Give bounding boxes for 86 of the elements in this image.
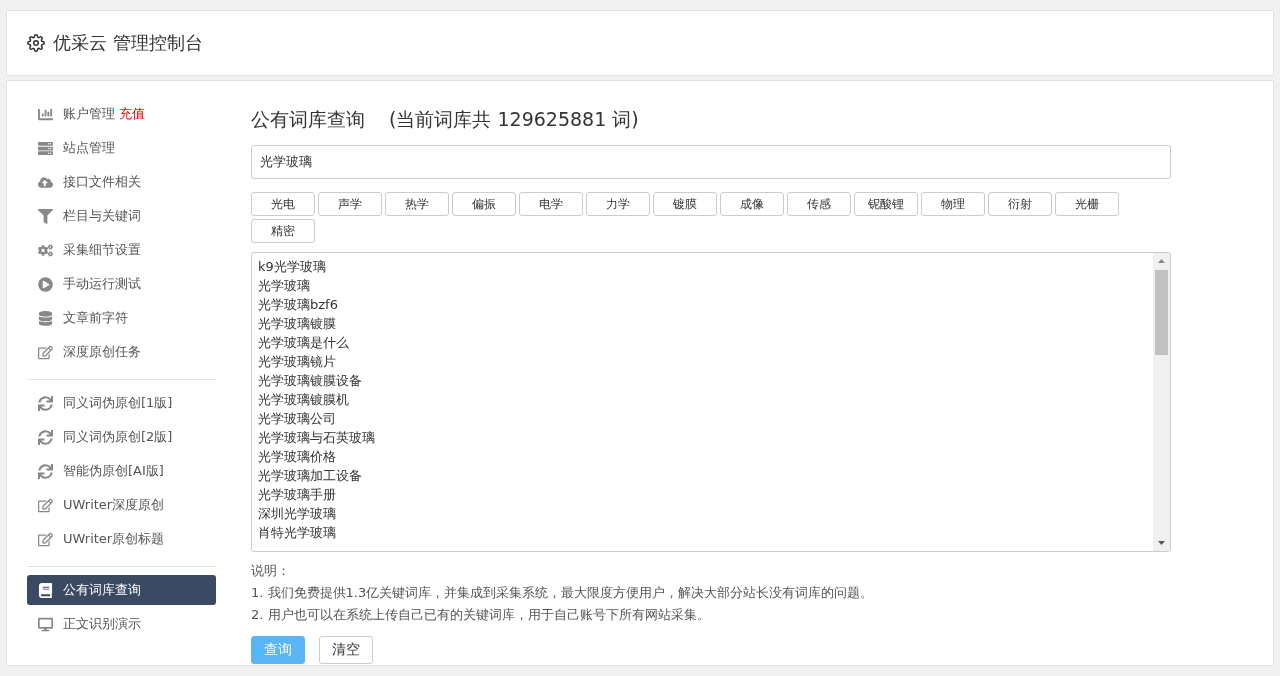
note-text: 1. 我们免费提供1.3亿关键词库，并集成到采集系统，最大限度方便用户，解决大部分站长没有词库的问题。 bbox=[251, 584, 875, 602]
tag-button[interactable]: 衍射 bbox=[988, 192, 1052, 216]
sidebar-item-label: 同义词伪原创[2版] bbox=[63, 428, 173, 446]
sidebar-item-label: 正文识别演示 bbox=[63, 615, 141, 633]
edit-icon bbox=[38, 344, 53, 360]
sidebar-item-label: 账户管理 bbox=[63, 105, 115, 123]
sidebar-item[interactable]: 同义词伪原创[2版] bbox=[27, 422, 216, 452]
sidebar-item[interactable]: UWriter深度原创 bbox=[27, 490, 216, 520]
tag-button[interactable]: 传感 bbox=[787, 192, 851, 216]
sidebar-item-label: 栏目与关键词 bbox=[63, 207, 141, 225]
sidebar-item-label: 深度原创任务 bbox=[63, 343, 141, 361]
sidebar-item-label: 接口文件相关 bbox=[63, 173, 141, 191]
tag-button[interactable]: 光栅 bbox=[1055, 192, 1119, 216]
result-row-text: 光学玻璃 bbox=[258, 277, 311, 295]
sidebar-item-label: UWriter原创标题 bbox=[63, 530, 165, 548]
refresh-icon bbox=[38, 463, 53, 479]
scrollbar[interactable] bbox=[1153, 253, 1170, 551]
result-row-text: 光学玻璃镀膜设备 bbox=[258, 372, 363, 390]
sidebar-item[interactable]: 账户管理 充值 bbox=[27, 99, 216, 129]
word-count: (当前词库共 129625881 词) bbox=[389, 107, 639, 132]
refresh-icon bbox=[38, 395, 53, 411]
tag-button[interactable]: 成像 bbox=[720, 192, 784, 216]
note-text: 2. 用户也可以在系统上传自己已有的关键词库，用于自己账号下所有网站采集。 bbox=[251, 606, 711, 624]
result-row-text: 肖特光学玻璃 bbox=[258, 524, 337, 542]
sidebar-item[interactable]: 站点管理 bbox=[27, 133, 216, 163]
sidebar-item[interactable]: 栏目与关键词 bbox=[27, 201, 216, 231]
edit-icon bbox=[38, 531, 53, 547]
result-row-text: 光学玻璃公司 bbox=[258, 410, 337, 428]
sidebar-item[interactable]: 智能伪原创[AI版] bbox=[27, 456, 216, 486]
sidebar-item[interactable]: 公有词库查询 bbox=[27, 575, 216, 605]
tag-button[interactable]: 镀膜 bbox=[653, 192, 717, 216]
tag-button[interactable]: 光电 bbox=[251, 192, 315, 216]
sidebar-item-label: 采集细节设置 bbox=[63, 241, 141, 259]
result-row-text: 光学玻璃镀膜机 bbox=[258, 391, 350, 409]
play-icon bbox=[38, 276, 53, 292]
refresh-icon bbox=[38, 429, 53, 445]
result-row-text: k9光学玻璃 bbox=[258, 258, 327, 276]
tag-button[interactable]: 热学 bbox=[385, 192, 449, 216]
sidebar-item[interactable]: 手动运行测试 bbox=[27, 269, 216, 299]
result-row-text: 光学玻璃是什么 bbox=[258, 334, 350, 352]
recharge-link[interactable]: 充值 bbox=[119, 105, 145, 123]
sidebar-item-label: 公有词库查询 bbox=[63, 581, 141, 599]
sidebar-item-label: 同义词伪原创[1版] bbox=[63, 394, 173, 412]
result-row-text: 深圳光学玻璃 bbox=[258, 505, 337, 523]
tag-button[interactable]: 声学 bbox=[318, 192, 382, 216]
bar-chart-icon bbox=[38, 106, 53, 122]
clear-button[interactable]: 清空 bbox=[319, 636, 373, 664]
result-row-text: 光学玻璃与石英玻璃 bbox=[258, 429, 376, 447]
result-row-text: 光学玻璃手册 bbox=[258, 486, 337, 504]
result-row-text: 光学玻璃价格 bbox=[258, 448, 337, 466]
sidebar-item[interactable]: UWriter原创标题 bbox=[27, 524, 216, 554]
result-row-text: 光学玻璃镜片 bbox=[258, 353, 337, 371]
sidebar-item[interactable]: 文章前字符 bbox=[27, 303, 216, 333]
tag-button[interactable]: 力学 bbox=[586, 192, 650, 216]
sidebar-item-label: 站点管理 bbox=[63, 139, 115, 157]
filter-icon bbox=[38, 208, 53, 224]
gears-icon bbox=[38, 242, 53, 258]
database-icon bbox=[38, 310, 53, 326]
tag-button[interactable]: 铌酸锂 bbox=[854, 192, 918, 216]
tag-button[interactable]: 偏振 bbox=[452, 192, 516, 216]
page-title: 公有词库查询 bbox=[251, 107, 365, 132]
sidebar-item[interactable]: 同义词伪原创[1版] bbox=[27, 388, 216, 418]
edit-icon bbox=[38, 497, 53, 513]
settings-icon bbox=[27, 34, 45, 52]
monitor-icon bbox=[38, 616, 53, 632]
sidebar-item-label: 文章前字符 bbox=[63, 309, 128, 327]
result-row-text: 光学玻璃镀膜 bbox=[258, 315, 337, 333]
result-row-text: 光学玻璃加工设备 bbox=[258, 467, 363, 485]
sidebar-item[interactable]: 采集细节设置 bbox=[27, 235, 216, 265]
result-row-text: 光学玻璃bzf6 bbox=[258, 296, 339, 314]
sidebar-item[interactable]: 接口文件相关 bbox=[27, 167, 216, 197]
sidebar-item[interactable]: 深度原创任务 bbox=[27, 337, 216, 367]
sidebar-item[interactable]: 正文识别演示 bbox=[27, 609, 216, 639]
notes-label: 说明： bbox=[251, 562, 291, 580]
search-field[interactable]: 光学玻璃 bbox=[251, 145, 1171, 179]
sidebar-item-label: 智能伪原创[AI版] bbox=[63, 462, 164, 480]
sidebar-item-label: 手动运行测试 bbox=[63, 275, 141, 293]
book-icon bbox=[38, 582, 53, 598]
console-title: 优采云 管理控制台 bbox=[53, 31, 203, 55]
server-icon bbox=[38, 140, 53, 156]
tag-button[interactable]: 电学 bbox=[519, 192, 583, 216]
results-list[interactable]: k9光学玻璃 光学玻璃 光学玻璃bzf6 光学玻璃镀膜 光学玻璃是什么 光学玻璃镜片 光学玻璃镀膜设备 光学玻璃镀膜机 光学玻璃公司 光学玻璃与石英玻璃 光学玻璃价格 光学玻璃加工设备 光学玻璃手册 深圳光学玻璃 肖特光学玻璃 bbox=[251, 252, 1171, 552]
cloud-upload-icon bbox=[38, 174, 53, 190]
tag-button[interactable]: 物理 bbox=[921, 192, 985, 216]
sidebar-item-label: UWriter深度原创 bbox=[63, 496, 165, 514]
tag-button[interactable]: 精密 bbox=[251, 219, 315, 243]
